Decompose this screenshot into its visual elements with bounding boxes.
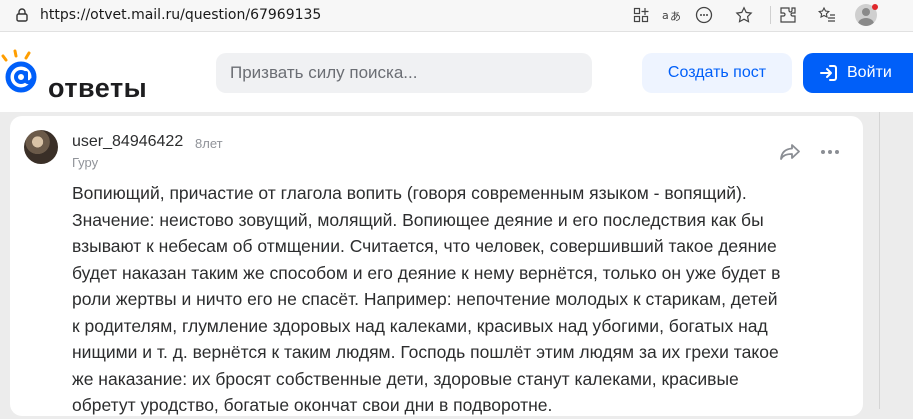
toolbar-divider [770, 6, 771, 24]
lock-icon[interactable] [14, 7, 30, 23]
favorites-list-icon[interactable] [817, 5, 837, 25]
answer-line: Значение: неистово зовущий, молящий. Воп… [72, 209, 764, 230]
create-post-button[interactable]: Создать пост [642, 53, 792, 93]
answer-age: 8лет [195, 136, 223, 151]
favorite-star-icon[interactable] [734, 5, 754, 25]
search-box[interactable] [216, 53, 788, 93]
login-button[interactable]: Войти [803, 53, 913, 93]
app-available-icon[interactable] [631, 5, 651, 25]
page-scrollbar[interactable] [879, 112, 880, 409]
translate-icon[interactable]: aあ [661, 5, 681, 25]
answer-card: user_84946422 8лет Гуру Вопиющий, причас… [10, 116, 863, 416]
answer-line: роли жертвы и ничто его не спасёт. Напри… [72, 289, 778, 309]
answer-line: же наказание: их бросят собственные дети… [72, 368, 739, 389]
browser-toolbar: https://otvet.mail.ru/question/67969135 … [0, 0, 913, 32]
user-rank: Гуру [72, 155, 99, 170]
site-logo[interactable]: ответы [0, 46, 147, 103]
answer-line: обретут уродство, богатые окончат свои д… [72, 395, 553, 415]
logo-text: ответы [48, 73, 148, 103]
notification-dot [872, 4, 878, 10]
answer-line: будет наказан таким же способом и его де… [72, 262, 781, 283]
user-avatar[interactable] [24, 130, 58, 164]
answer-line: нищими и т. д. вернётся к таким людям. Г… [72, 342, 779, 362]
answer-line: взывают к небесам об отмщении. Считается… [72, 236, 777, 256]
share-icon[interactable] [778, 140, 802, 164]
answer-line: к родителям, глумление здоровых над кале… [72, 315, 768, 336]
site-header: ответы Создать пост Войти [0, 32, 913, 112]
more-options-icon[interactable] [818, 140, 842, 164]
login-icon [820, 65, 837, 81]
address-bar-url[interactable]: https://otvet.mail.ru/question/67969135 [40, 7, 321, 23]
search-input[interactable] [230, 53, 530, 93]
answer-line: Вопиющий, причастие от глагола вопить (г… [72, 183, 747, 203]
svg-text:a: a [662, 9, 669, 22]
smiley-icon[interactable] [694, 5, 714, 25]
username[interactable]: user_84946422 [72, 133, 183, 151]
svg-text:あ: あ [670, 10, 680, 23]
login-label: Войти [847, 64, 892, 81]
logo-at-icon [1, 49, 37, 93]
extensions-icon[interactable] [778, 5, 798, 25]
answer-text: Вопиющий, причастие от глагола вопить (г… [72, 180, 847, 419]
